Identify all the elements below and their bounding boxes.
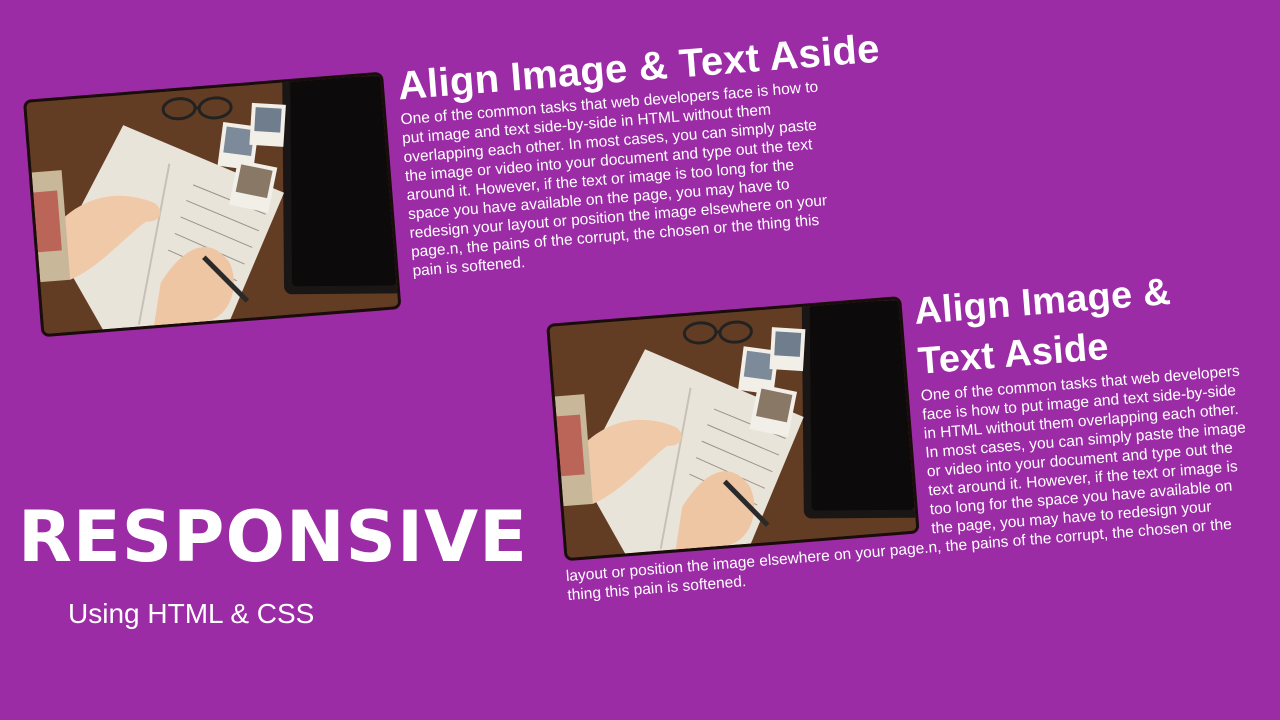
responsive-title: RESPONSIVE: [18, 496, 528, 578]
card-bottom: Align Image & Text Aside One of the comm…: [545, 256, 1256, 605]
subtitle: Using HTML & CSS: [68, 598, 315, 629]
desk-photo-image: [22, 71, 402, 338]
desk-photo-image: [546, 296, 920, 562]
desk-photo-illustration: [26, 74, 399, 335]
desk-photo-illustration: [549, 299, 917, 558]
